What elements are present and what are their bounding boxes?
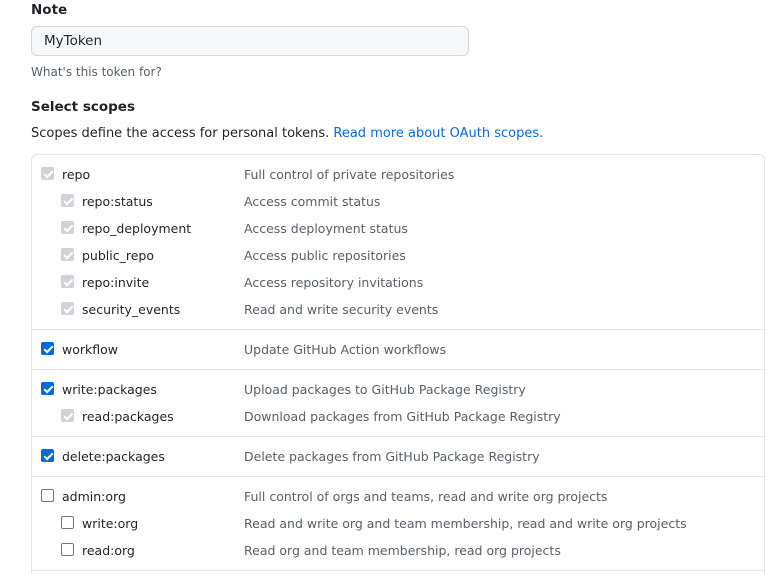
select-scopes-heading: Select scopes (31, 99, 135, 115)
scope-checkbox-repo-deployment (61, 221, 74, 234)
scope-row-workflow: workflow Update GitHub Action workflows (32, 336, 764, 363)
scope-name[interactable]: public_repo (82, 248, 154, 263)
scope-checkbox-write-org[interactable] (61, 516, 74, 529)
scope-description: Full control of orgs and teams, read and… (244, 489, 608, 504)
scopes-description: Scopes define the access for personal to… (31, 126, 543, 141)
scope-name[interactable]: admin:org (62, 489, 126, 504)
scope-checkbox-workflow[interactable] (41, 342, 54, 355)
scope-name[interactable]: security_events (82, 302, 180, 317)
scope-row-write-org: write:org Read and write org and team mem… (32, 510, 764, 537)
scope-group-delete-packages: delete:packages Delete packages from GitH… (32, 437, 764, 477)
scope-description: Access commit status (244, 194, 381, 209)
scope-checkbox-security-events (61, 302, 74, 315)
scope-description: Download packages from GitHub Package Re… (244, 409, 561, 424)
scope-checkbox-repo-status (61, 194, 74, 207)
oauth-scopes-link[interactable]: Read more about OAuth scopes. (333, 126, 543, 141)
scope-description: Upload packages to GitHub Package Regist… (244, 382, 526, 397)
note-label: Note (31, 2, 68, 18)
scope-group-write-packages: write:packages Upload packages to GitHub … (32, 370, 764, 437)
scope-description: Read and write security events (244, 302, 439, 317)
scope-checkbox-delete-packages[interactable] (41, 449, 54, 462)
scope-description: Delete packages from GitHub Package Regi… (244, 449, 540, 464)
scope-name[interactable]: write:org (82, 516, 138, 531)
scope-name[interactable]: repo (62, 167, 90, 182)
scope-row-write-packages: write:packages Upload packages to GitHub … (32, 376, 764, 403)
scope-row-public-repo: public_repo Access public repositories (32, 242, 764, 269)
scope-group-workflow: workflow Update GitHub Action workflows (32, 330, 764, 370)
scope-group-repo: repo Full control of private repositories… (32, 155, 764, 330)
scope-row-read-org: read:org Read org and team membership, re… (32, 537, 764, 564)
scope-name[interactable]: write:packages (62, 382, 157, 397)
scopes-description-text: Scopes define the access for personal to… (31, 126, 334, 141)
note-input[interactable] (31, 26, 469, 56)
scope-description: Access repository invitations (244, 275, 424, 290)
scope-description: Access deployment status (244, 221, 408, 236)
scope-checkbox-public-repo (61, 248, 74, 261)
scope-name[interactable]: delete:packages (62, 449, 165, 464)
scope-row-repo-deployment: repo_deployment Access deployment status (32, 215, 764, 242)
scope-name[interactable]: workflow (62, 342, 118, 357)
note-hint: What's this token for? (31, 65, 162, 79)
scope-name[interactable]: repo:invite (82, 275, 149, 290)
scope-row-read-packages: read:packages Download packages from GitH… (32, 403, 764, 430)
scope-name[interactable]: repo:status (82, 194, 153, 209)
scope-row-repo-status: repo:status Access commit status (32, 188, 764, 215)
scope-name[interactable]: read:packages (82, 409, 174, 424)
scope-group-admin-org: admin:org Full control of orgs and teams,… (32, 477, 764, 571)
scope-checkbox-admin-org[interactable] (41, 489, 54, 502)
scope-name[interactable]: read:org (82, 543, 135, 558)
scope-description: Read org and team membership, read org p… (244, 543, 561, 558)
scope-row-repo-invite: repo:invite Access repository invitations (32, 269, 764, 296)
scope-name[interactable]: repo_deployment (82, 221, 191, 236)
scope-checkbox-repo-invite (61, 275, 74, 288)
scope-description: Update GitHub Action workflows (244, 342, 447, 357)
scope-row-repo: repo Full control of private repositories (32, 161, 764, 188)
scope-row-security-events: security_events Read and write security e… (32, 296, 764, 323)
scope-row-admin-org: admin:org Full control of orgs and teams,… (32, 483, 764, 510)
scopes-list: repo Full control of private repositories… (31, 154, 765, 574)
scope-checkbox-read-packages (61, 409, 74, 422)
scope-checkbox-repo (41, 167, 54, 180)
scope-description: Read and write org and team membership, … (244, 516, 687, 531)
scope-description: Access public repositories (244, 248, 406, 263)
scope-checkbox-read-org[interactable] (61, 543, 74, 556)
scope-checkbox-write-packages[interactable] (41, 382, 54, 395)
scope-description: Full control of private repositories (244, 167, 455, 182)
scope-row-delete-packages: delete:packages Delete packages from GitH… (32, 443, 764, 470)
